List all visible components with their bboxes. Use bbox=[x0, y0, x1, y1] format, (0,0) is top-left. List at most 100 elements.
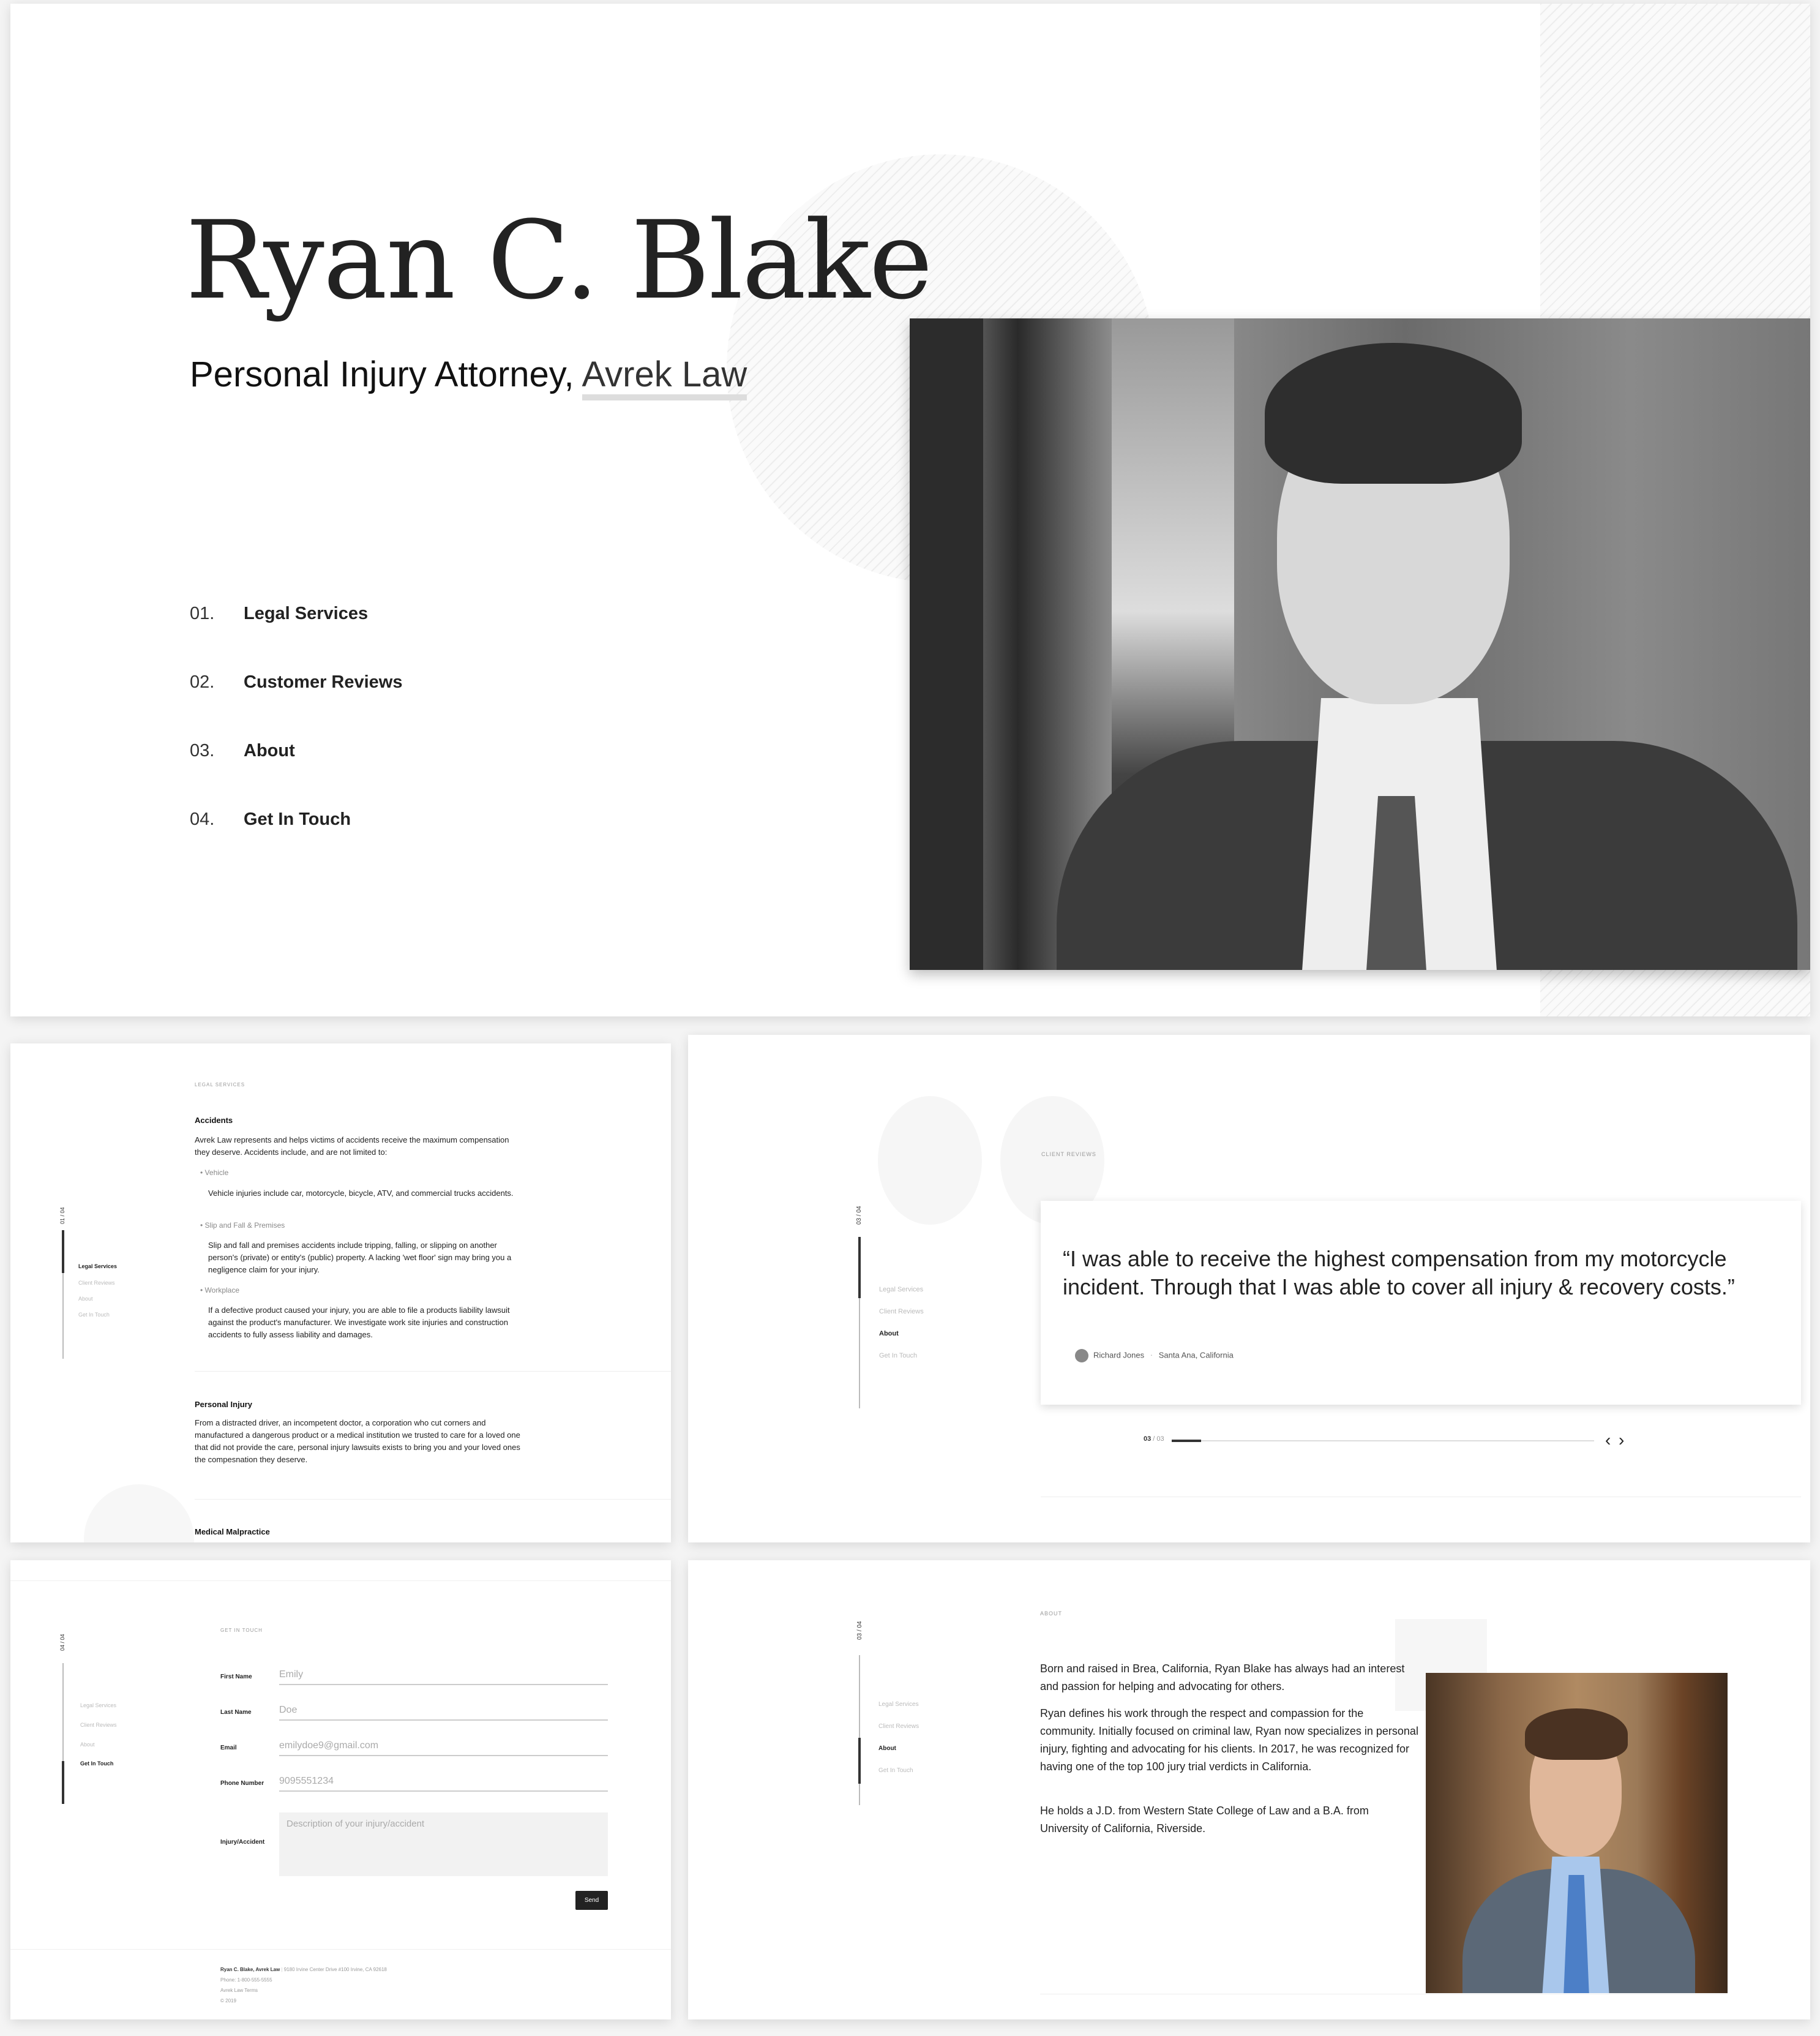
bullet-label-text: Vehicle bbox=[204, 1168, 229, 1177]
side-nav-legal-services[interactable]: Legal Services bbox=[879, 1286, 923, 1293]
side-nav-client-reviews[interactable]: Client Reviews bbox=[78, 1280, 115, 1286]
page-title: Ryan C. Blake bbox=[185, 198, 933, 323]
nav-item-about[interactable]: 03. About bbox=[190, 741, 295, 761]
first-name-field[interactable]: Emily bbox=[279, 1669, 608, 1685]
side-nav-about[interactable]: About bbox=[879, 1330, 899, 1337]
side-nav-rail-active bbox=[62, 1761, 64, 1804]
about-paragraph: He holds a J.D. from Western State Colle… bbox=[1040, 1805, 1369, 1835]
divider bbox=[195, 1499, 671, 1500]
side-nav-rail-active bbox=[62, 1230, 64, 1273]
about-paragraph: Ryan defines his work through the respec… bbox=[1040, 1707, 1418, 1773]
contact-card: 04 / 04 Legal Services Client Reviews Ab… bbox=[10, 1560, 671, 2019]
side-nav-legal-services[interactable]: Legal Services bbox=[80, 1702, 116, 1708]
pager-total: / 03 bbox=[1151, 1435, 1164, 1443]
nav-number: 03. bbox=[190, 741, 215, 761]
section-label: ABOUT bbox=[1040, 1610, 1063, 1617]
side-nav-get-in-touch[interactable]: Get In Touch bbox=[878, 1767, 913, 1774]
nav-item-get-in-touch[interactable]: 04. Get In Touch bbox=[190, 810, 351, 830]
review-quote: “I was able to receive the highest compe… bbox=[1063, 1246, 1735, 1299]
avatar bbox=[1075, 1349, 1088, 1362]
phone-label: Phone Number bbox=[220, 1780, 264, 1787]
personal-injury-text: From a distracted driver, an incompetent… bbox=[195, 1418, 520, 1464]
footer-line-1: Ryan C. Blake, Avrek Law | 9180 Irvine C… bbox=[220, 1967, 387, 1972]
divider bbox=[10, 1949, 671, 1950]
side-nav-legal-services[interactable]: Legal Services bbox=[878, 1701, 919, 1708]
section-counter: 01 / 04 bbox=[59, 1207, 66, 1224]
legal-services-card: 01 / 04 Legal Services Client Reviews Ab… bbox=[10, 1043, 671, 1542]
side-nav-get-in-touch[interactable]: Get In Touch bbox=[879, 1352, 917, 1359]
side-nav-rail-active bbox=[858, 1237, 861, 1298]
accidents-heading: Accidents bbox=[195, 1116, 233, 1125]
side-nav-client-reviews[interactable]: Client Reviews bbox=[878, 1723, 919, 1730]
section-label: CLIENT REVIEWS bbox=[1041, 1151, 1096, 1157]
nav-label: Customer Reviews bbox=[244, 672, 403, 692]
hero-subtitle: Personal Injury Attorney, Avrek Law bbox=[190, 354, 747, 400]
side-nav-rail-active bbox=[858, 1738, 861, 1784]
quote-mark-decoration bbox=[84, 1484, 194, 1542]
bullet-vehicle-text: Vehicle injuries include car, motorcycle… bbox=[208, 1189, 514, 1198]
pager-progress-track bbox=[1172, 1440, 1594, 1442]
nav-number: 02. bbox=[190, 672, 215, 692]
chevron-left-icon[interactable]: ‹ bbox=[1605, 1432, 1611, 1449]
author-location: Santa Ana, California bbox=[1158, 1350, 1234, 1360]
side-nav-get-in-touch[interactable]: Get In Touch bbox=[78, 1312, 110, 1318]
photo-hair bbox=[1265, 343, 1522, 484]
side-nav-legal-services[interactable]: Legal Services bbox=[78, 1263, 117, 1269]
section-counter: 03 / 04 bbox=[856, 1206, 863, 1225]
about-card: 03 / 04 Legal Services Client Reviews Ab… bbox=[688, 1560, 1810, 2019]
personal-injury-heading: Personal Injury bbox=[195, 1400, 252, 1409]
subtitle-role: Personal Injury Attorney, bbox=[190, 355, 582, 394]
side-nav-get-in-touch[interactable]: Get In Touch bbox=[80, 1760, 113, 1767]
last-name-label: Last Name bbox=[220, 1709, 252, 1716]
side-nav-about[interactable]: About bbox=[78, 1296, 93, 1302]
divider bbox=[195, 1371, 671, 1372]
footer-terms-link[interactable]: Avrek Law Terms bbox=[220, 1988, 258, 1993]
pager-current: 03 bbox=[1144, 1435, 1152, 1443]
injury-textarea[interactable]: Description of your injury/accident bbox=[279, 1812, 608, 1876]
pager-progress-fill bbox=[1172, 1440, 1202, 1442]
bullet-workplace-text: If a defective product caused your injur… bbox=[208, 1305, 510, 1339]
section-label: GET IN TOUCH bbox=[220, 1628, 263, 1633]
footer-phone: Phone: 1-800-555-5555 bbox=[220, 1977, 272, 1983]
bullet-vehicle-label: • Vehicle bbox=[200, 1168, 229, 1177]
photo-hair bbox=[1525, 1708, 1628, 1760]
injury-placeholder: Description of your injury/accident bbox=[286, 1819, 425, 1829]
about-paragraph: Born and raised in Brea, California, Rya… bbox=[1040, 1662, 1405, 1692]
side-nav-about[interactable]: About bbox=[80, 1741, 95, 1748]
last-name-field[interactable]: Doe bbox=[279, 1705, 608, 1721]
chevron-right-icon[interactable]: › bbox=[1619, 1432, 1624, 1449]
bullet-label-text: Slip and Fall & Premises bbox=[204, 1221, 285, 1230]
medical-malpractice-heading: Medical Malpractice bbox=[195, 1527, 270, 1536]
email-label: Email bbox=[220, 1745, 237, 1751]
bullet-slip-label: • Slip and Fall & Premises bbox=[200, 1221, 285, 1230]
separator: · bbox=[1150, 1350, 1153, 1360]
send-button[interactable]: Send bbox=[575, 1891, 608, 1910]
portrait-photo bbox=[910, 318, 1810, 970]
bullet-slip-text: Slip and fall and premises accidents inc… bbox=[208, 1241, 512, 1274]
photo-door-frame bbox=[910, 318, 983, 970]
nav-item-customer-reviews[interactable]: 02. Customer Reviews bbox=[190, 672, 403, 693]
email-field[interactable]: emilydoe9@gmail.com bbox=[279, 1740, 608, 1756]
pager-counter: 03 / 03 bbox=[1144, 1435, 1164, 1443]
section-label: LEGAL SERVICES bbox=[195, 1082, 245, 1087]
about-photo bbox=[1426, 1673, 1728, 1993]
footer-address: 9180 Irvine Center Drive #100 Irvine, CA… bbox=[283, 1967, 387, 1972]
hero-card: Ryan C. Blake Personal Injury Attorney, … bbox=[10, 4, 1810, 1016]
nav-item-legal-services[interactable]: 01. Legal Services bbox=[190, 604, 368, 624]
nav-number: 01. bbox=[190, 604, 215, 623]
divider bbox=[10, 1580, 671, 1581]
section-counter: 03 / 04 bbox=[856, 1621, 863, 1640]
side-nav-client-reviews[interactable]: Client Reviews bbox=[879, 1308, 924, 1315]
firm-link[interactable]: Avrek Law bbox=[582, 355, 747, 400]
side-nav-client-reviews[interactable]: Client Reviews bbox=[80, 1722, 117, 1728]
side-nav-about[interactable]: About bbox=[878, 1745, 896, 1752]
phone-field[interactable]: 9095551234 bbox=[279, 1776, 608, 1792]
bullet-workplace-label: • Workplace bbox=[200, 1286, 240, 1294]
nav-label: About bbox=[244, 741, 295, 761]
footer-copyright: © 2019 bbox=[220, 1998, 236, 2004]
first-name-label: First Name bbox=[220, 1674, 252, 1680]
nav-label: Legal Services bbox=[244, 604, 369, 623]
author-name: Richard Jones bbox=[1093, 1350, 1145, 1360]
footer-name: Ryan C. Blake, Avrek Law bbox=[220, 1967, 280, 1972]
accidents-intro: Avrek Law represents and helps victims o… bbox=[195, 1135, 509, 1157]
